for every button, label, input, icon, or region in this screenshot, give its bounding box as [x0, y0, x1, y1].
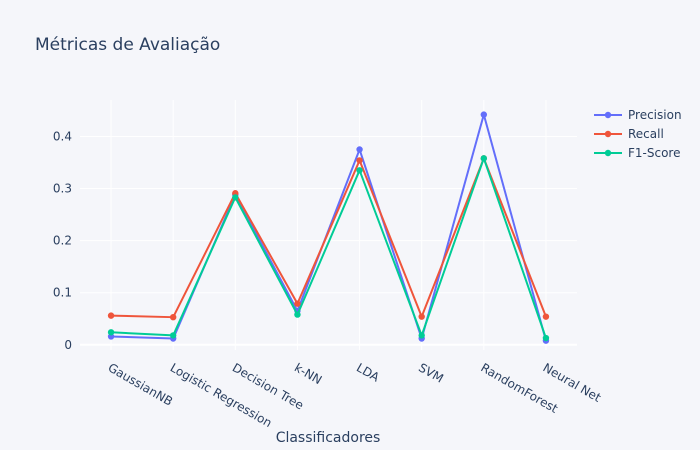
x-tick-label: SVM	[416, 360, 446, 385]
data-point-f1-score[interactable]	[480, 155, 488, 162]
data-point-precision[interactable]	[356, 146, 363, 153]
y-tick-label: 0.4	[53, 129, 72, 143]
gridlines	[80, 100, 577, 350]
y-tick-label: 0.2	[53, 234, 72, 248]
x-axis-title: Classificadores	[276, 430, 381, 446]
y-axis-ticks: 0 0.1 0.2 0.3 0.4	[53, 129, 72, 351]
line-chart: Métricas de Avaliação 0 0.1 0.2 0.3 0.4 Gaus…	[35, 35, 682, 446]
legend-item-recall[interactable]: Recall	[594, 127, 664, 141]
legend-marker	[604, 149, 612, 157]
y-tick-label: 0.1	[53, 286, 72, 300]
data-point-f1-score[interactable]	[418, 332, 425, 339]
legend-marker	[604, 111, 612, 119]
data-point-recall[interactable]	[356, 157, 363, 164]
x-tick-label: Logistic Regression	[168, 360, 275, 430]
legend-item-precision[interactable]: Precision	[594, 108, 682, 122]
data-point-f1-score[interactable]	[232, 194, 239, 201]
chart-title: Métricas de Avaliação	[35, 35, 220, 55]
data-point-recall[interactable]	[169, 313, 177, 321]
chart-container: Métricas de Avaliação 0 0.1 0.2 0.3 0.4 Gaus…	[0, 0, 700, 450]
data-point-recall[interactable]	[542, 313, 550, 320]
data-point-precision[interactable]	[480, 111, 488, 118]
x-tick-label: k-NN	[292, 360, 324, 387]
legend: Precision Recall F1-Score	[594, 108, 682, 160]
legend-marker	[604, 130, 612, 138]
x-axis-ticks: GaussianNBLogistic RegressionDecision Tr…	[106, 360, 604, 430]
x-tick-label: LDA	[354, 360, 382, 384]
data-point-recall[interactable]	[107, 312, 115, 319]
series-group	[107, 111, 550, 344]
legend-label: Recall	[628, 127, 664, 141]
data-point-f1-score[interactable]	[169, 332, 177, 339]
data-point-f1-score[interactable]	[107, 329, 115, 336]
data-point-f1-score[interactable]	[356, 167, 363, 174]
y-tick-label: 0.3	[53, 182, 72, 196]
data-point-recall[interactable]	[294, 300, 301, 307]
series-line-precision	[111, 113, 547, 341]
data-point-f1-score[interactable]	[294, 311, 301, 318]
legend-label: Precision	[628, 108, 682, 122]
x-tick-label: GaussianNB	[106, 360, 176, 408]
series-line-recall	[111, 157, 547, 319]
legend-item-f1-score[interactable]: F1-Score	[594, 146, 680, 160]
y-tick-label: 0	[64, 338, 72, 352]
legend-label: F1-Score	[628, 146, 680, 160]
data-point-f1-score[interactable]	[542, 334, 550, 342]
data-point-recall[interactable]	[418, 313, 425, 320]
